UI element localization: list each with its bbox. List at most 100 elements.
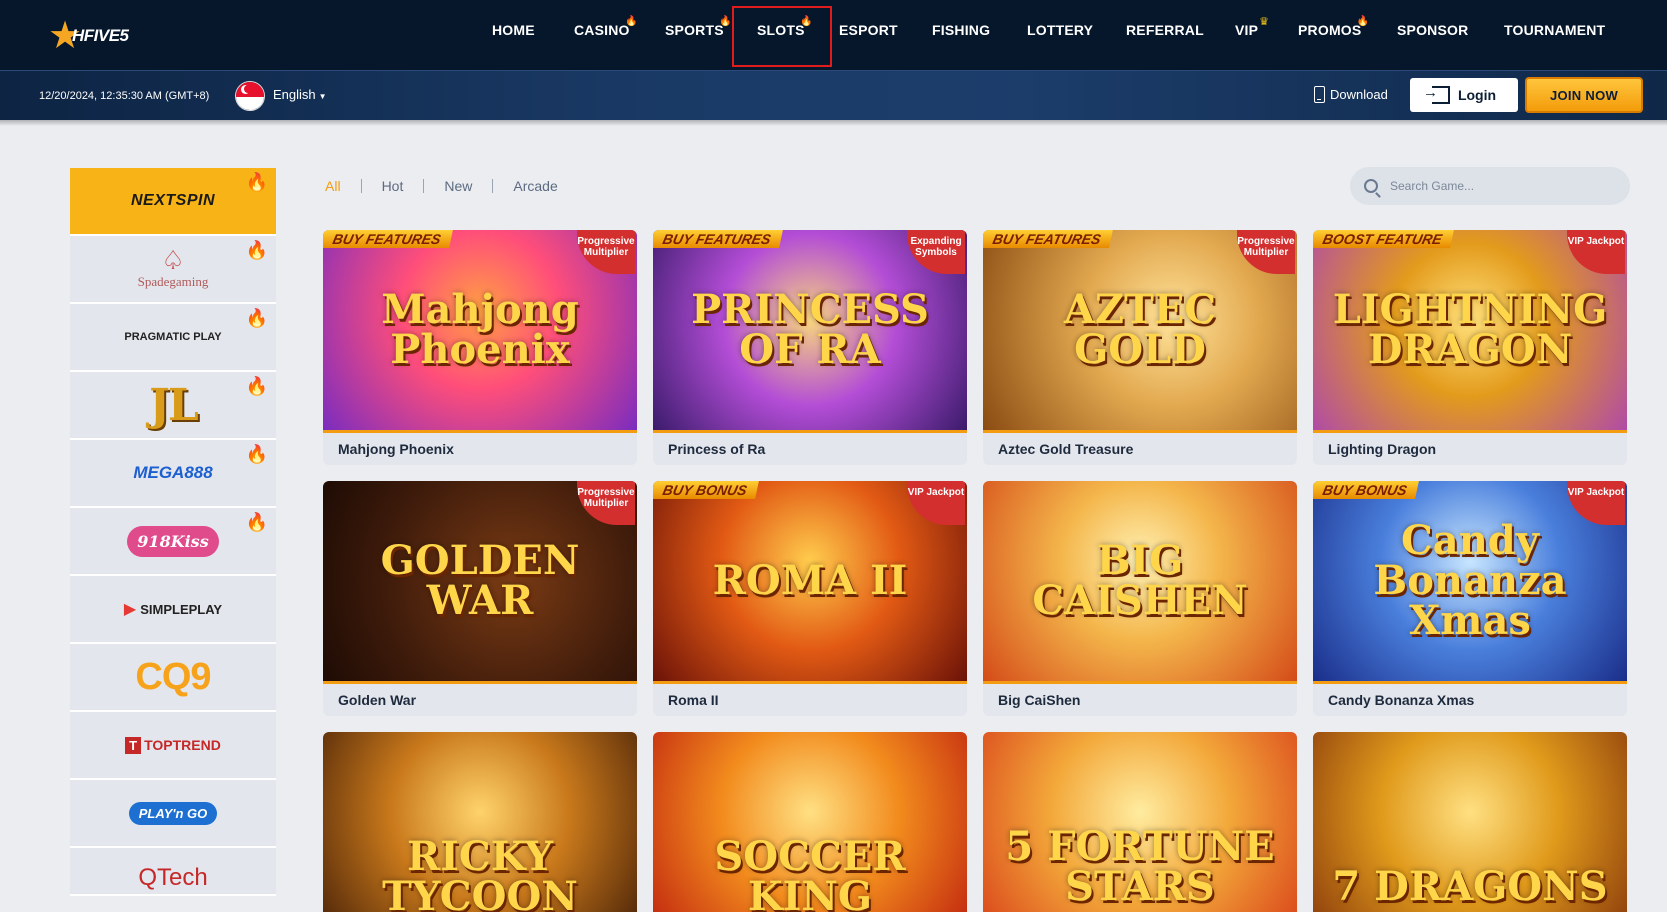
game-card[interactable]: RICKY TYCOON	[323, 732, 637, 912]
game-card[interactable]: BIG CAISHEN Big CaiShen	[983, 481, 1297, 716]
login-label: Login	[1457, 87, 1497, 103]
top-nav: ★ HFIVE5 HOME CASINO 🔥 SPORTS 🔥 SLOTS 🔥 ESP…	[0, 0, 1667, 70]
game-thumbnail: RICKY TYCOON	[323, 732, 637, 912]
provider-cq9[interactable]: CQ9	[70, 644, 276, 712]
logo-text: HFIVE5	[72, 26, 129, 45]
singapore-flag-icon[interactable]	[235, 81, 265, 111]
provider-logo: ▶ SIMPLEPLAY	[124, 599, 222, 619]
nav-sponsor[interactable]: SPONSOR	[1397, 22, 1468, 38]
caret-down-icon: ▼	[318, 92, 327, 101]
provider-playngo[interactable]: PLAY'n GO	[70, 780, 276, 848]
site-logo[interactable]: ★ HFIVE5	[48, 14, 134, 56]
game-card[interactable]: 7 DRAGONS	[1313, 732, 1627, 912]
nav-promos[interactable]: PROMOS 🔥	[1298, 16, 1369, 38]
download-label: Download	[1330, 87, 1388, 102]
provider-pragmatic-play[interactable]: PRAGMATIC PLAY 🔥	[70, 304, 276, 372]
game-art-title: SOCCER KING	[714, 833, 906, 912]
language-label: English	[273, 87, 316, 102]
nav-casino[interactable]: CASINO 🔥	[574, 16, 637, 38]
game-card[interactable]: BUY BONUS VIP Jackpot Candy Bonanza Xmas…	[1313, 481, 1627, 716]
game-card[interactable]: BUY BONUS VIP Jackpot ROMA II Roma II	[653, 481, 967, 716]
game-thumbnail: Progressive Multiplier GOLDEN WAR	[323, 481, 637, 681]
nav-label: LOTTERY	[1027, 22, 1094, 38]
feature-ribbon: BOOST FEATURE	[1313, 230, 1454, 248]
feature-ribbon: BUY BONUS	[1313, 481, 1419, 499]
feature-badge: Progressive Multiplier	[577, 230, 635, 274]
crown-icon: ♛	[1259, 16, 1270, 28]
game-card[interactable]: BUY FEATURES Expanding Symbols PRINCESS …	[653, 230, 967, 465]
game-card[interactable]: SOCCER KING	[653, 732, 967, 912]
tab-all[interactable]: All	[325, 178, 341, 194]
spade-icon: ♤	[161, 246, 185, 275]
search-icon	[1364, 179, 1378, 193]
game-filter-tabs: All Hot New Arcade	[325, 178, 558, 194]
game-card[interactable]: BOOST FEATURE VIP Jackpot LIGHTNING DRAG…	[1313, 230, 1627, 465]
game-card[interactable]: Progressive Multiplier GOLDEN WAR Golden…	[323, 481, 637, 716]
play-triangle-icon: ▶	[123, 601, 137, 618]
sub-bar: 12/20/2024, 12:35:30 AM (GMT+8) English ▼…	[0, 70, 1667, 120]
nav-label: FISHING	[932, 22, 991, 38]
join-now-button[interactable]: JOIN NOW	[1525, 77, 1643, 113]
game-art-title: Candy Bonanza Xmas	[1373, 517, 1567, 644]
provider-logo: MEGA888	[133, 463, 213, 482]
game-name: Mahjong Phoenix	[338, 441, 454, 457]
language-selector[interactable]: English ▼	[273, 87, 327, 102]
tab-divider	[492, 179, 494, 193]
fire-icon: 🔥	[245, 308, 268, 328]
search-input[interactable]	[1390, 179, 1610, 193]
provider-qtech[interactable]: QTech	[70, 848, 276, 896]
provider-logo: 918Kiss	[127, 525, 219, 557]
provider-nextspin[interactable]: NEXTSPIN 🔥	[70, 168, 276, 236]
provider-simpleplay[interactable]: ▶ SIMPLEPLAY	[70, 576, 276, 644]
nav-referral[interactable]: REFERRAL	[1126, 22, 1204, 38]
provider-jl[interactable]: JL 🔥	[70, 372, 276, 440]
game-search[interactable]	[1350, 167, 1630, 205]
feature-ribbon: BUY FEATURES	[653, 230, 783, 248]
nav-lottery[interactable]: LOTTERY	[1027, 22, 1093, 38]
nav-label: VIP	[1235, 22, 1259, 38]
game-thumbnail: BUY BONUS VIP Jackpot ROMA II	[653, 481, 967, 681]
provider-spadegaming[interactable]: ♤ Spadegaming 🔥	[70, 236, 276, 304]
nav-tournament[interactable]: TOURNAMENT	[1504, 22, 1605, 38]
nav-vip[interactable]: VIP ♛	[1235, 16, 1269, 38]
nav-esport[interactable]: ESPORT	[839, 22, 898, 38]
provider-mega888[interactable]: MEGA888 🔥	[70, 440, 276, 508]
game-card[interactable]: 5 FORTUNE STARS	[983, 732, 1297, 912]
login-button[interactable]: Login	[1410, 78, 1518, 112]
provider-918kiss[interactable]: 918Kiss 🔥	[70, 508, 276, 576]
game-art-title: BIG CAISHEN	[1032, 537, 1248, 624]
game-thumbnail: BUY BONUS VIP Jackpot Candy Bonanza Xmas	[1313, 481, 1627, 681]
game-name: Princess of Ra	[668, 441, 766, 457]
nav-fishing[interactable]: FISHING	[932, 22, 990, 38]
feature-badge: VIP Jackpot	[1567, 481, 1625, 525]
game-card[interactable]: BUY FEATURES Progressive Multiplier Mahj…	[323, 230, 637, 465]
provider-logo: JL	[149, 379, 199, 431]
nav-home[interactable]: HOME	[492, 22, 535, 38]
feature-badge: VIP Jackpot	[1567, 230, 1625, 274]
nav-label: TOURNAMENT	[1504, 22, 1606, 38]
active-nav-highlight	[732, 6, 832, 67]
provider-name: Spadegaming	[137, 274, 209, 289]
game-thumbnail: BUY FEATURES Progressive Multiplier AZTE…	[983, 230, 1297, 430]
tab-hot[interactable]: Hot	[382, 178, 404, 194]
game-card[interactable]: BUY FEATURES Progressive Multiplier AZTE…	[983, 230, 1297, 465]
provider-logo: T TOPTREND	[125, 736, 221, 754]
tab-new[interactable]: New	[444, 178, 472, 194]
game-art-title: ROMA II	[712, 557, 908, 604]
login-icon	[1423, 84, 1450, 104]
game-name: Roma II	[668, 692, 719, 708]
game-name: Aztec Gold Treasure	[998, 441, 1134, 457]
nav-label: CASINO	[574, 22, 630, 38]
provider-toptrend[interactable]: T TOPTREND	[70, 712, 276, 780]
phone-download-icon	[1314, 86, 1325, 103]
nav-sports[interactable]: SPORTS 🔥	[665, 16, 732, 38]
feature-ribbon: BUY FEATURES	[983, 230, 1113, 248]
game-art-title: AZTEC GOLD	[1063, 286, 1217, 373]
fire-icon: 🔥	[245, 444, 268, 464]
provider-logo: QTech	[138, 864, 208, 891]
download-link[interactable]: Download	[1314, 86, 1388, 103]
nav-label: ESPORT	[839, 22, 898, 38]
tab-arcade[interactable]: Arcade	[513, 178, 557, 194]
provider-sidebar: NEXTSPIN 🔥 ♤ Spadegaming 🔥 PRAGMATIC PLAY…	[70, 168, 276, 896]
game-art-title: RICKY TYCOON	[382, 833, 578, 912]
